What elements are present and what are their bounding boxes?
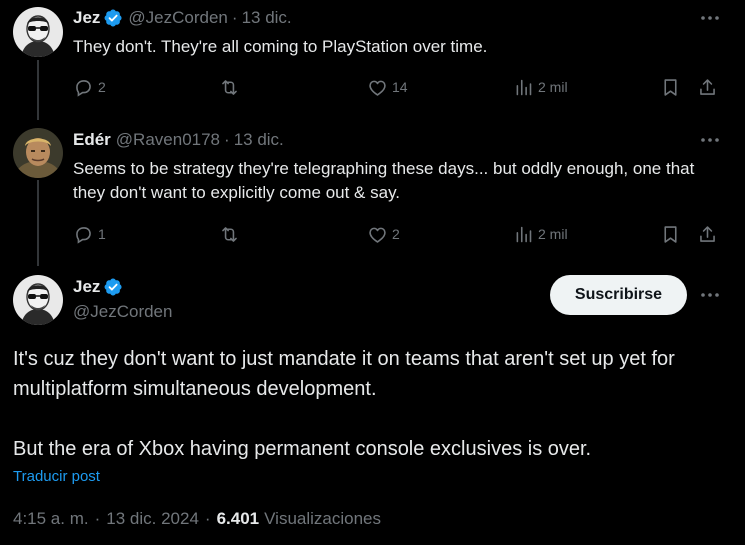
bookmark-button[interactable] xyxy=(660,73,681,101)
repost-icon xyxy=(222,79,237,95)
translate-link[interactable]: Traducir post xyxy=(13,468,100,485)
more-icon[interactable] xyxy=(698,8,722,28)
more-icon[interactable] xyxy=(698,285,722,305)
avatar[interactable] xyxy=(13,7,63,57)
reply-count: 1 xyxy=(98,226,106,242)
like-icon xyxy=(369,80,386,96)
more-icon[interactable] xyxy=(698,130,722,150)
bookmark-icon xyxy=(664,225,677,243)
separator-dot: · xyxy=(204,509,211,528)
post-date[interactable]: 13 dic. xyxy=(234,130,284,150)
post-date[interactable]: 13 dic. 2024 xyxy=(106,509,199,529)
author-name[interactable]: Edér xyxy=(73,130,111,150)
post-text: It's cuz they don't want to just mandate… xyxy=(13,344,728,464)
share-icon xyxy=(700,225,715,242)
like-count: 14 xyxy=(392,79,408,95)
avatar[interactable] xyxy=(13,128,63,178)
views-total: 6.401 xyxy=(216,509,260,528)
bookmark-button[interactable] xyxy=(660,220,681,248)
post-text: Seems to be strategy they're telegraphin… xyxy=(73,159,695,202)
reply-button[interactable]: 2 xyxy=(73,73,106,101)
subscribe-button[interactable]: Suscribirse xyxy=(550,275,687,315)
post-meta: 4:15 a. m. · 13 dic. 2024 · 6.401 Visual… xyxy=(13,509,381,529)
avatar[interactable] xyxy=(13,275,63,325)
post-paragraph: But the era of Xbox having permanent con… xyxy=(13,438,592,460)
share-button[interactable] xyxy=(697,73,718,101)
views-icon xyxy=(516,226,532,242)
author-handle[interactable]: @JezCorden xyxy=(73,302,172,322)
repost-icon xyxy=(222,226,237,242)
verified-badge-icon xyxy=(104,9,122,27)
repost-button[interactable] xyxy=(219,220,244,248)
share-icon xyxy=(700,78,715,95)
post-paragraph: It's cuz they don't want to just mandate… xyxy=(13,348,675,400)
repost-button[interactable] xyxy=(219,73,244,101)
reply-icon xyxy=(76,79,91,97)
post-text: They don't. They're all coming to PlaySt… xyxy=(73,37,488,56)
views-icon xyxy=(516,79,532,95)
action-bar: 2 14 2 mil xyxy=(0,73,745,101)
reply-icon xyxy=(76,226,91,244)
like-count: 2 xyxy=(392,226,400,242)
like-button[interactable]: 14 xyxy=(367,73,408,101)
reply-button[interactable]: 1 xyxy=(73,220,106,248)
views-label: Visualizaciones xyxy=(264,509,382,528)
share-button[interactable] xyxy=(697,220,718,248)
views-button[interactable]: 2 mil xyxy=(513,220,568,248)
views-button[interactable]: 2 mil xyxy=(513,73,568,101)
separator-dot: · xyxy=(94,509,101,528)
author-handle[interactable]: @JezCorden xyxy=(128,8,227,28)
like-icon xyxy=(369,227,386,243)
post-time[interactable]: 4:15 a. m. xyxy=(13,509,89,529)
separator-dot: · xyxy=(231,8,238,27)
author-name[interactable]: Jez xyxy=(73,8,100,28)
verified-badge-icon xyxy=(104,278,122,296)
reply-count: 2 xyxy=(98,79,106,95)
separator-dot: · xyxy=(224,130,230,149)
post-date[interactable]: 13 dic. xyxy=(242,8,292,28)
author-handle[interactable]: @Raven0178 xyxy=(116,130,220,150)
action-bar: 1 2 2 mil xyxy=(0,220,745,248)
views-count: 2 mil xyxy=(538,79,568,95)
author-name[interactable]: Jez xyxy=(73,277,100,297)
like-button[interactable]: 2 xyxy=(367,220,400,248)
bookmark-icon xyxy=(664,78,677,96)
views-count: 2 mil xyxy=(538,226,568,242)
